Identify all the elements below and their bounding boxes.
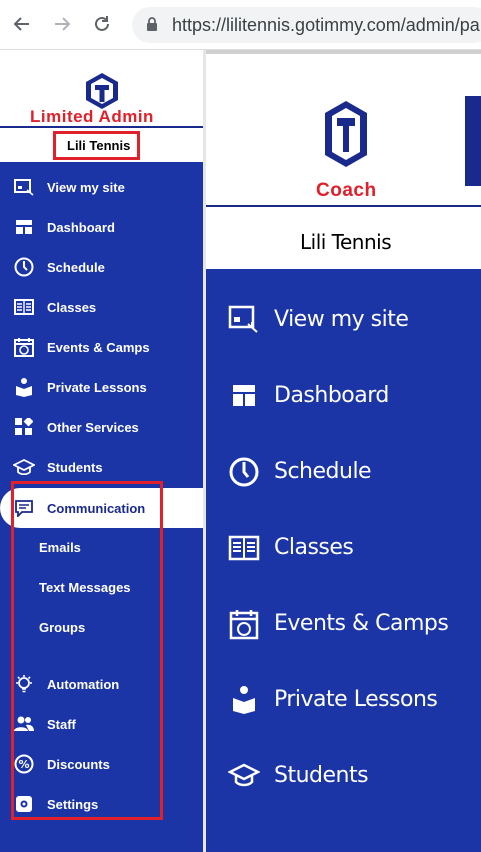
nav-private-lessons[interactable]: Private Lessons [206, 675, 481, 725]
back-arrow-icon[interactable] [8, 10, 36, 38]
lock-icon [146, 17, 158, 37]
nav-label: Other Services [47, 419, 139, 435]
nav-other-services[interactable]: Other Services [0, 407, 203, 447]
nav-dashboard[interactable]: Dashboard [206, 371, 481, 421]
forward-arrow-icon[interactable] [48, 10, 76, 38]
url-text: https://lilitennis.gotimmy.com/admin/pa [172, 15, 480, 35]
nav-label: Schedule [47, 259, 105, 275]
nav-label: Private Lessons [274, 687, 438, 712]
nav-label: Private Lessons [47, 379, 147, 395]
nav-label: Students [274, 763, 369, 788]
nav-events-camps[interactable]: Events & Camps [0, 327, 203, 367]
graduation-cap-icon [227, 760, 261, 792]
nav-label: Students [47, 459, 103, 475]
cut-off-header-text [465, 96, 481, 186]
account-name: Lili Tennis [300, 230, 392, 254]
nav-events-camps[interactable]: Events & Camps [206, 599, 481, 649]
graduation-cap-icon [13, 456, 35, 478]
nav-label: Events & Camps [274, 611, 449, 636]
nav-students[interactable]: Students [206, 751, 481, 801]
reload-icon[interactable] [88, 10, 116, 38]
calendar-clock-icon [228, 608, 260, 640]
book-icon [13, 296, 35, 318]
grid-icon [13, 416, 35, 438]
nav-label: Dashboard [47, 219, 115, 235]
calendar-clock-icon [13, 336, 35, 358]
highlight-box-restricted-items [11, 481, 163, 820]
site-icon [228, 304, 260, 336]
nav-private-lessons[interactable]: Private Lessons [0, 367, 203, 407]
nav-label: Dashboard [274, 383, 389, 408]
right-sidebar-nav: View my site Dashboard Schedule Classes … [206, 269, 481, 852]
nav-label: Classes [274, 535, 354, 560]
header-rule [0, 126, 203, 128]
role-label: Coach [316, 180, 377, 201]
browser-toolbar: https://lilitennis.gotimmy.com/admin/pa [0, 0, 481, 50]
site-icon [13, 176, 35, 198]
nav-label: View my site [274, 307, 409, 332]
nav-label: Events & Camps [47, 339, 150, 355]
right-sidebar-header: Coach Lili Tennis [206, 50, 481, 269]
header-rule [206, 205, 481, 207]
nav-schedule[interactable]: Schedule [0, 247, 203, 287]
person-lesson-icon [13, 376, 35, 398]
nav-label: Classes [47, 299, 97, 315]
clock-icon [13, 256, 35, 278]
nav-dashboard[interactable]: Dashboard [0, 207, 203, 247]
nav-view-my-site[interactable]: View my site [206, 295, 481, 345]
address-bar[interactable]: https://lilitennis.gotimmy.com/admin/pa [132, 7, 481, 43]
dashboard-icon [228, 380, 260, 412]
book-icon [228, 532, 260, 564]
brand-logo [323, 100, 369, 173]
highlight-box-account [53, 131, 140, 160]
nav-label: View my site [47, 179, 125, 195]
nav-view-my-site[interactable]: View my site [0, 167, 203, 207]
nav-classes[interactable]: Classes [206, 523, 481, 573]
role-label: Limited Admin [30, 107, 154, 126]
nav-classes[interactable]: Classes [0, 287, 203, 327]
person-lesson-icon [228, 684, 260, 716]
nav-label: Schedule [274, 459, 372, 484]
nav-schedule[interactable]: Schedule [206, 447, 481, 497]
clock-icon [228, 456, 260, 488]
dashboard-icon [13, 216, 35, 238]
